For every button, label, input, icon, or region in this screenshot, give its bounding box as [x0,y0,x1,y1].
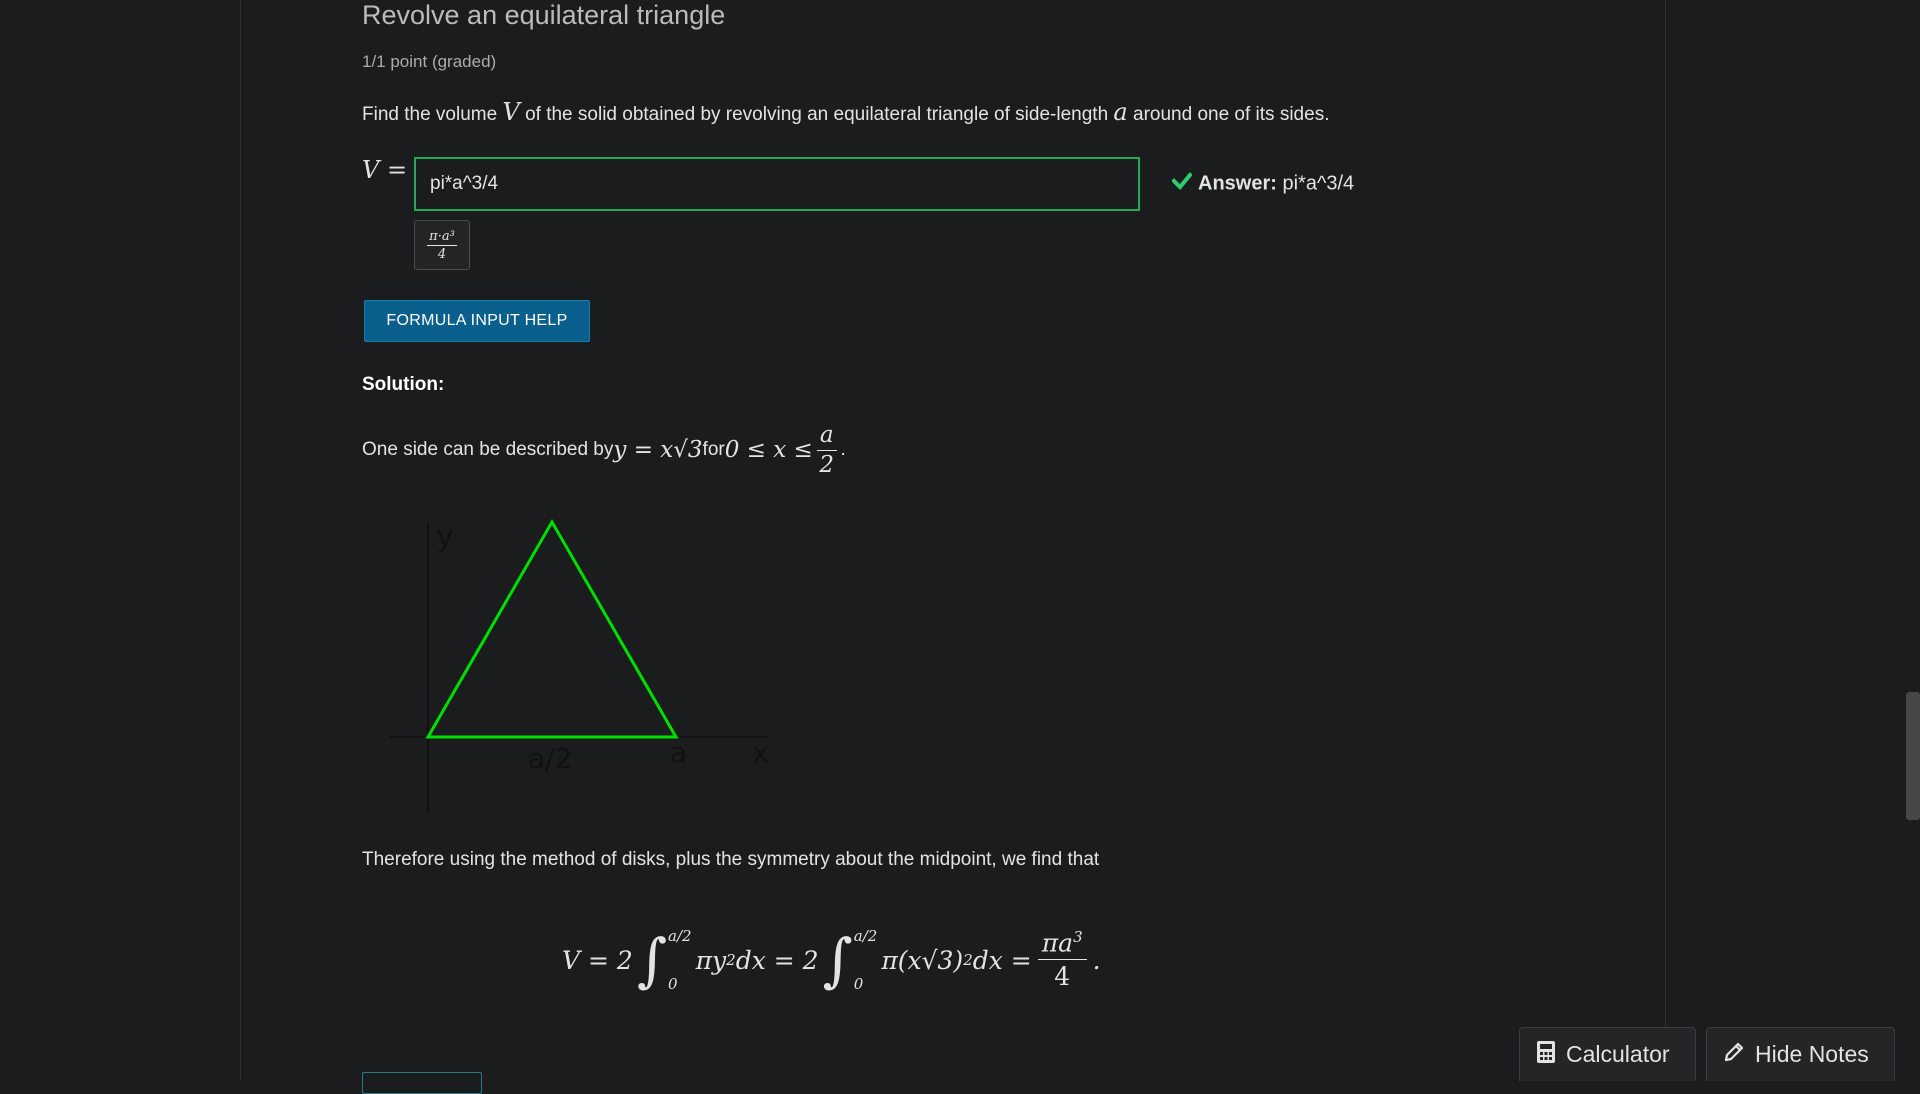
scrollbar-thumb[interactable] [1906,692,1920,820]
exponent: 2 [963,951,973,969]
answer-value: pi*a^3/4 [1282,172,1355,195]
check-icon [1171,172,1193,196]
pencil-icon [1723,1041,1745,1069]
prompt-text: around one of its sides. [1127,104,1330,125]
result-numerator: πa3 [1037,927,1087,961]
calculator-button[interactable]: Calculator [1519,1027,1696,1081]
problem-title: Revolve an equilateral triangle [362,0,726,30]
eq-dx-2: dx = [972,945,1032,975]
prompt-text: Find the volume [362,104,503,125]
line-equation: y = x√3 [613,437,703,463]
lower-limit: 0 [853,975,864,993]
integral-2: ∫ a/2 0 [823,927,878,993]
integral-sign: ∫ [636,926,668,994]
preview-denominator: 4 [437,246,447,262]
problem-prompt: Find the volume V of the solid obtained … [362,98,1329,126]
lower-limit: 0 [668,975,678,993]
integral-limits: a/2 0 [668,927,692,993]
integral-sign: ∫ [822,926,853,994]
answer-status: Answer: pi*a^3/4 [1171,172,1355,196]
upper-limit: a/2 [668,927,692,945]
side-symbol: a [1113,98,1128,126]
answer-input[interactable] [414,157,1140,211]
integral-limits: a/2 0 [854,927,878,993]
integrand-1: πy [695,945,727,975]
a-label: a [670,736,687,769]
solution-description: One side can be described by y = x√3 for… [362,420,846,480]
preview-numerator: π·a³ [427,228,457,246]
calculator-label: Calculator [1566,1041,1670,1067]
equilateral-triangle [425,518,679,739]
desc-text: for [702,439,725,460]
points-label: 1/1 point (graded) [362,52,497,71]
desc-end: . [840,439,846,460]
formula-input-help-button[interactable]: FORMULA INPUT HELP [364,300,590,342]
method-text: Therefore using the method of disks, plu… [362,849,1100,870]
volume-equation: V = 2 ∫ a/2 0 πy 2 dx = 2 ∫ a/2 0 π(x√3) 2… [562,922,1101,998]
half-a-label: a/2 [528,742,572,775]
range-expression: 0 ≤ x ≤ [724,437,813,463]
hide-notes-button[interactable]: Hide Notes [1706,1027,1895,1081]
integrand-2: π(x√3) [881,945,964,975]
fraction-denominator: 2 [819,451,834,478]
half-fraction: a 2 [816,423,837,478]
eq-end: . [1092,945,1101,975]
desc-text: One side can be described by [362,439,614,460]
formula-preview: π·a³ 4 [414,220,470,270]
prompt-text: of the solid obtained by revolving an eq… [519,104,1114,125]
integral-1: ∫ a/2 0 [637,927,692,993]
y-axis-label: y [436,519,454,554]
triangle-figure: y x a/2 a [390,518,769,812]
eq-lhs: V = 2 [562,945,633,975]
partial-button[interactable] [362,1072,482,1094]
result-numerator-base: πa [1041,927,1074,957]
result-fraction: πa3 4 [1037,927,1087,992]
hide-notes-label: Hide Notes [1755,1041,1869,1067]
fraction-numerator: a [816,423,837,451]
x-axis-label: x [752,736,769,769]
eq-dx-1: dx = 2 [735,945,819,975]
answer-label: Answer: [1198,172,1277,195]
calculator-icon [1536,1040,1556,1070]
upper-limit: a/2 [853,927,878,945]
input-label: V = [362,156,408,184]
solution-heading: Solution: [362,374,445,395]
result-denominator: 4 [1054,962,1071,992]
result-exponent: 3 [1073,927,1083,946]
volume-symbol: V [502,98,520,126]
exponent: 2 [726,951,736,969]
